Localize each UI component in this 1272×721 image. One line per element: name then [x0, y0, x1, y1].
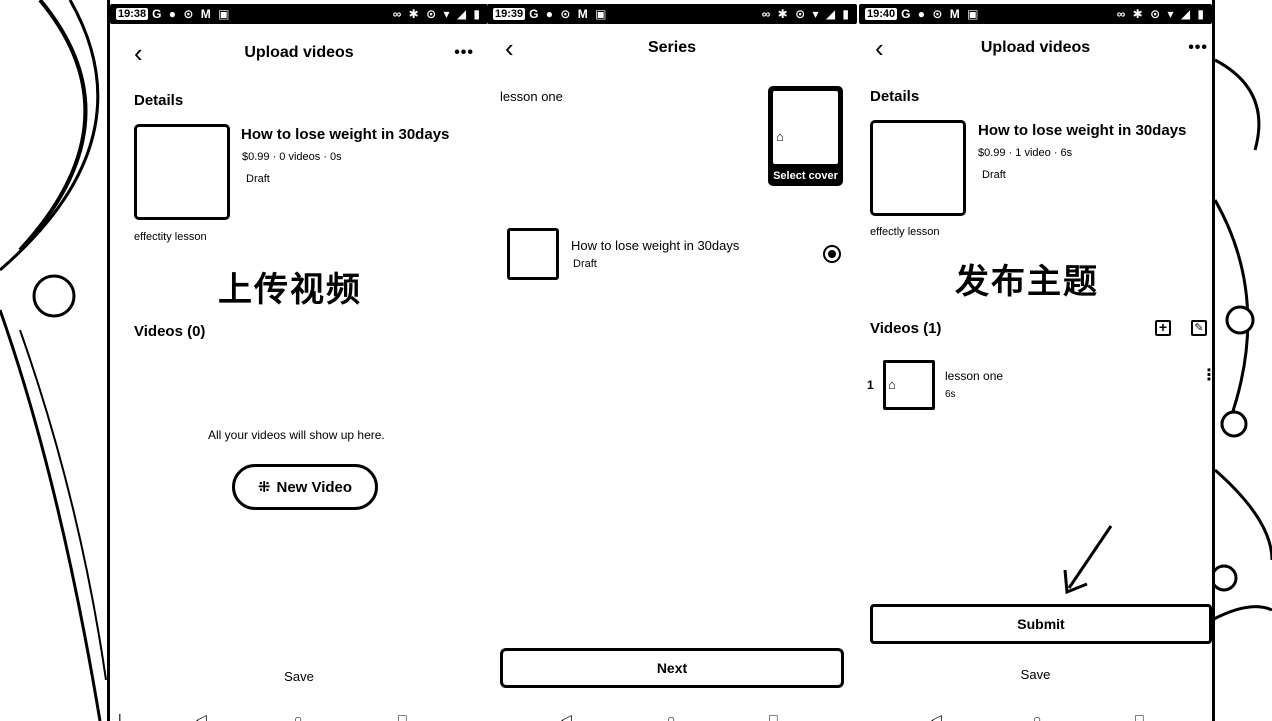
status-time: 19:40 — [865, 8, 898, 20]
video-index: 1 — [867, 378, 874, 392]
status-bar: 19:40 G ● ⊙ M ▣ ∞ ✱ ⊙ ▾ ◢ ▮ — [859, 4, 1212, 24]
cover-preview: ⌂ — [773, 91, 838, 164]
annotation-label: 发布主题 — [955, 262, 1099, 302]
more-options-icon[interactable]: ••• — [1188, 39, 1208, 57]
course-thumbnail[interactable] — [870, 120, 966, 216]
header: ‹ Upload videos ••• — [859, 33, 1212, 63]
phone-screen-upload-videos-empty: 19:38 G ● ⊙ M ▣ ∞ ✱ ⊙ ▾ ◢ ▮ ‹ Upload vid… — [107, 0, 488, 721]
nav-home-icon[interactable]: ○ — [1033, 711, 1041, 721]
nav-menu-icon[interactable]: | — [118, 711, 122, 721]
course-status: Draft — [246, 173, 270, 185]
more-options-icon[interactable]: ••• — [454, 44, 474, 62]
phone-screen-upload-videos-submit: 19:40 G ● ⊙ M ▣ ∞ ✱ ⊙ ▾ ◢ ▮ ‹ Upload vid… — [859, 0, 1215, 721]
status-system-icons: ∞ ✱ ⊙ ▾ ◢ ▮ — [392, 7, 482, 21]
course-title: How to lose weight in 30days — [571, 238, 740, 253]
nav-back-icon[interactable]: ◁ — [561, 711, 572, 721]
status-time: 19:38 — [116, 8, 149, 20]
status-bar: 19:39 G ● ⊙ M ▣ ∞ ✱ ⊙ ▾ ◢ ▮ — [487, 4, 857, 24]
status-system-icons: ∞ ✱ ⊙ ▾ ◢ ▮ — [761, 7, 851, 21]
image-icon: ⌂ — [888, 377, 896, 392]
phone-screen-series: 19:39 G ● ⊙ M ▣ ∞ ✱ ⊙ ▾ ◢ ▮ ‹ Series les… — [487, 0, 857, 721]
course-thumbnail[interactable] — [134, 124, 230, 220]
page-title: Series — [647, 39, 697, 56]
nav-recents-icon[interactable]: □ — [1135, 711, 1143, 721]
page-title: Upload videos — [980, 39, 1091, 56]
pointer-arrow-icon — [1063, 525, 1113, 595]
course-description: effectly lesson — [870, 226, 940, 238]
nav-home-icon[interactable]: ○ — [294, 711, 302, 721]
video-title: lesson one — [945, 369, 1004, 383]
select-cover-button[interactable]: ⌂ Select cover — [768, 86, 843, 186]
selected-radio-icon[interactable] — [823, 245, 841, 263]
page-title: Upload videos — [244, 44, 354, 61]
videos-label: Videos (0) — [134, 323, 206, 340]
series-name-input[interactable]: lesson one — [500, 89, 563, 104]
video-thumbnail[interactable]: ⌂ — [883, 360, 935, 410]
course-status: Draft — [982, 169, 1006, 181]
nav-home-icon[interactable]: ○ — [667, 711, 675, 721]
status-time: 19:39 — [493, 8, 526, 20]
navigation-bar: | ◁ ○ □ — [110, 711, 488, 721]
navigation-bar: ◁ ○ □ — [859, 711, 1212, 721]
course-meta: $0.99 · 1 video · 6s — [978, 147, 1073, 159]
grid-plus-icon: ⁜ — [257, 479, 271, 496]
course-title: How to lose weight in 30days — [978, 122, 1187, 139]
videos-label: Videos (1) — [870, 320, 942, 337]
next-button[interactable]: Next — [500, 648, 844, 688]
course-meta: $0.99 · 0 videos · 0s — [242, 151, 342, 163]
nav-back-icon[interactable]: ◁ — [196, 711, 207, 721]
header: ‹ Series — [487, 33, 857, 63]
nav-recents-icon[interactable]: □ — [769, 711, 777, 721]
header: ‹ Upload videos ••• — [110, 38, 488, 68]
status-notification-icons: G ● ⊙ M ▣ — [901, 7, 981, 21]
add-video-icon[interactable]: + — [1155, 320, 1171, 336]
video-more-icon[interactable]: ⋮ — [1201, 368, 1212, 384]
status-notification-icons: G ● ⊙ M ▣ — [152, 7, 232, 21]
save-button[interactable]: Save — [859, 667, 1212, 682]
save-button[interactable]: Save — [110, 669, 488, 684]
select-cover-label: Select cover — [773, 170, 838, 182]
empty-state-text: All your videos will show up here. — [208, 428, 385, 442]
video-duration: 6s — [945, 389, 956, 400]
course-description: effectity lesson — [134, 231, 207, 243]
nav-recents-icon[interactable]: □ — [398, 711, 406, 721]
image-icon: ⌂ — [776, 129, 784, 144]
status-system-icons: ∞ ✱ ⊙ ▾ ◢ ▮ — [1116, 7, 1206, 21]
new-video-button[interactable]: ⁜ New Video — [232, 464, 378, 510]
course-thumbnail — [507, 228, 559, 280]
new-video-label: New Video — [276, 478, 353, 496]
edit-icon[interactable]: ✎ — [1191, 320, 1207, 336]
status-notification-icons: G ● ⊙ M ▣ — [529, 7, 609, 21]
submit-button[interactable]: Submit — [870, 604, 1212, 644]
annotation-label: 上传视频 — [218, 270, 362, 310]
course-status: Draft — [573, 258, 597, 270]
course-title: How to lose weight in 30days — [241, 126, 450, 143]
navigation-bar: ◁ ○ □ — [487, 711, 857, 721]
details-label: Details — [870, 88, 920, 105]
details-label: Details — [134, 92, 184, 109]
nav-back-icon[interactable]: ◁ — [931, 711, 942, 721]
status-bar: 19:38 G ● ⊙ M ▣ ∞ ✱ ⊙ ▾ ◢ ▮ — [110, 4, 488, 24]
